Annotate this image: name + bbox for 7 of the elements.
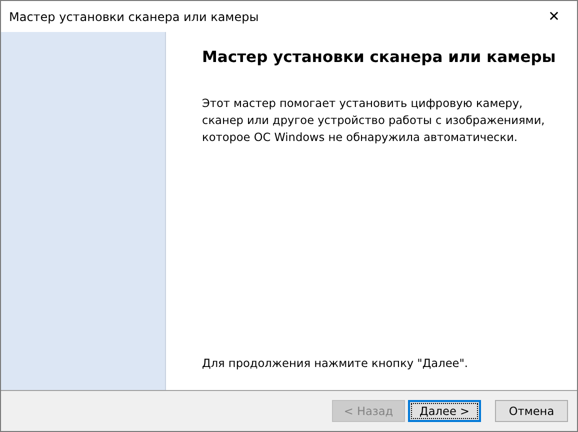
wizard-button[interactable]: Отмена — [495, 400, 568, 422]
wizard-heading: Мастер установки сканера или камеры — [202, 48, 557, 66]
close-button[interactable]: ✕ — [531, 1, 577, 32]
hint-text: Для продолжения нажмите кнопку "Далее". — [202, 357, 470, 370]
description-text: Этот мастер помогает установить цифровую камеру, сканер или другое устройство работы с изображениями, которое ОС Windows не обнаружила автоматически. — [202, 96, 546, 146]
wizard-button[interactable]: Далее > — [408, 400, 481, 422]
window-title: Мастер установки сканера или камеры — [9, 10, 259, 24]
